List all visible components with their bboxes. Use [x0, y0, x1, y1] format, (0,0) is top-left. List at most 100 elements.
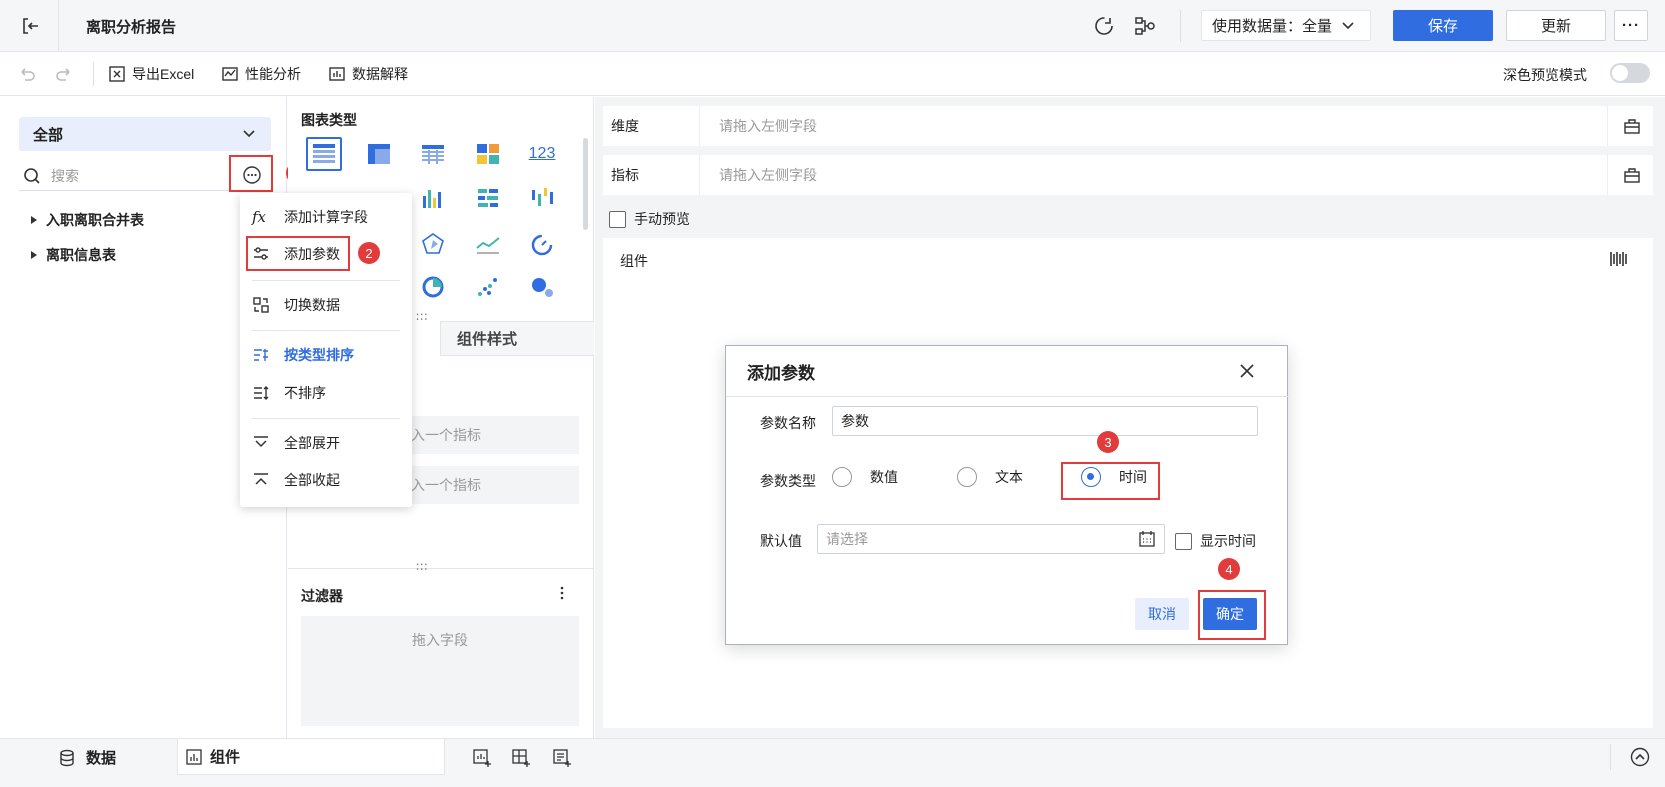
export-excel-button[interactable]: 导出Excel — [108, 60, 194, 88]
dimension-row[interactable]: 维度 请拖入左侧字段 — [603, 106, 1653, 146]
radio-numeric[interactable]: 数值 — [832, 467, 898, 487]
filter-drop-placeholder: 拖入字段 — [412, 632, 468, 648]
menu-item-switch-data[interactable]: 切换数据 — [240, 289, 412, 321]
drag-handle-icon[interactable]: ∶∶∶ — [416, 560, 428, 574]
tree-item-label: 入职离职合并表 — [46, 212, 144, 228]
tab-component-label: 组件 — [210, 749, 241, 766]
more-icon[interactable]: ··· — [1614, 10, 1648, 41]
add-story-icon[interactable] — [552, 748, 572, 768]
menu-item-add-calc-field[interactable]: fx 添加计算字段 — [240, 201, 412, 233]
metric-row[interactable]: 指标 请拖入左侧字段 — [603, 155, 1653, 195]
filter-more-icon[interactable] — [558, 585, 566, 601]
radio-label: 文本 — [995, 469, 1023, 485]
cancel-button[interactable]: 取消 — [1135, 598, 1189, 630]
data-explain-button[interactable]: 数据解释 — [328, 60, 408, 88]
chevron-down-icon — [1342, 21, 1354, 29]
header-divider-2 — [1180, 10, 1181, 42]
manual-preview-checkbox[interactable]: 手动预览 — [609, 209, 690, 229]
database-icon — [60, 749, 74, 766]
exit-icon[interactable] — [18, 14, 42, 38]
refresh-icon[interactable] — [1092, 14, 1116, 38]
menu-item-sort-by-type[interactable]: 按类型排序 — [240, 339, 412, 371]
manual-preview-label: 手动预览 — [634, 211, 690, 227]
pulse-icon — [222, 67, 238, 81]
kpi-card-icon[interactable] — [473, 139, 503, 169]
footer-divider — [1610, 744, 1611, 770]
step-badge-4: 4 — [1218, 558, 1240, 580]
menu-item-expand-all[interactable]: 全部展开 — [240, 427, 412, 459]
relation-icon[interactable] — [1133, 14, 1157, 38]
cross-table-icon[interactable] — [364, 139, 394, 169]
expand-all-icon — [254, 436, 268, 448]
waterfall-chart-icon[interactable] — [527, 183, 557, 213]
dark-preview-toggle[interactable] — [1610, 63, 1650, 83]
perf-analysis-button[interactable]: 性能分析 — [221, 60, 301, 88]
cancel-label: 取消 — [1148, 606, 1176, 622]
search-icon — [24, 167, 40, 184]
dataset-dropdown[interactable]: 全部 — [19, 117, 271, 151]
grouped-bar-icon[interactable] — [473, 183, 503, 213]
close-icon[interactable] — [1238, 362, 1256, 380]
undo-icon[interactable] — [16, 63, 38, 85]
show-time-checkbox[interactable]: 显示时间 — [1175, 531, 1256, 551]
update-button[interactable]: 更新 — [1506, 10, 1606, 41]
menu-item-collapse-all[interactable]: 全部收起 — [240, 464, 412, 496]
dimension-settings-icon[interactable] — [1623, 117, 1641, 135]
barcode-icon[interactable] — [1608, 249, 1628, 269]
radar-chart-icon[interactable] — [418, 229, 448, 259]
menu-item-no-sort[interactable]: 不排序 — [240, 377, 412, 409]
drag-handle-icon[interactable]: ∶∶∶ — [416, 310, 428, 324]
toggle-knob — [1612, 65, 1628, 81]
add-dashboard-icon[interactable] — [511, 748, 531, 768]
detail-table-icon[interactable] — [418, 139, 448, 169]
menu-item-label: 按类型排序 — [284, 347, 354, 363]
gauge-chart-icon[interactable] — [527, 229, 557, 259]
line-chart-icon[interactable] — [473, 229, 503, 259]
dataset-dropdown-value: 全部 — [33, 126, 64, 144]
top-bar: 离职分析报告 使用数据量：全量 保存 更新 ··· — [0, 0, 1665, 52]
param-name-label: 参数名称 — [760, 415, 816, 431]
bubble-chart-icon[interactable] — [527, 272, 557, 302]
step-badge-3: 3 — [1097, 431, 1119, 453]
add-component-icon[interactable] — [472, 748, 492, 768]
chart-type-title: 图表类型 — [301, 112, 357, 128]
highlight-add-param — [246, 236, 350, 271]
scatter-chart-icon[interactable] — [473, 272, 503, 302]
section-divider — [288, 568, 594, 569]
data-amount-select[interactable]: 使用数据量：全量 — [1201, 10, 1371, 41]
default-value-picker[interactable]: 请选择 — [817, 524, 1165, 554]
export-excel-label: 导出Excel — [132, 66, 195, 82]
menu-separator — [252, 418, 400, 419]
number-icon[interactable]: 123 — [527, 139, 557, 169]
dark-preview-label: 深色预览模式 — [1503, 67, 1587, 83]
filter-drop-zone[interactable]: 拖入字段 — [301, 616, 579, 726]
metric-settings-icon[interactable] — [1623, 166, 1641, 184]
tree-item[interactable]: 离职信息表 — [30, 245, 116, 265]
component-label: 组件 — [620, 253, 648, 269]
bar-chart-icon[interactable] — [418, 183, 448, 213]
save-button[interactable]: 保存 — [1393, 10, 1493, 41]
search-placeholder: 搜索 — [51, 167, 79, 184]
metric-placeholder: 请拖入左侧字段 — [719, 167, 817, 183]
collapse-up-icon[interactable] — [1629, 746, 1651, 768]
tab-component[interactable]: 组件 — [177, 739, 445, 775]
pie-chart-icon[interactable] — [418, 272, 448, 302]
chart-scrollbar[interactable] — [583, 138, 588, 230]
dimension-label: 维度 — [611, 118, 639, 134]
radio-text[interactable]: 文本 — [957, 467, 1023, 487]
fx-icon: fx — [252, 208, 267, 226]
search-box[interactable]: 搜索 — [19, 161, 229, 191]
metric-drop-placeholder: 入一个指标 — [411, 427, 481, 443]
radio-label: 数值 — [870, 469, 898, 485]
table-chart-icon[interactable] — [306, 137, 342, 171]
tab-data[interactable]: 数据 — [58, 747, 116, 768]
param-name-input[interactable]: 参数 — [832, 406, 1258, 436]
caret-right-icon — [31, 216, 37, 224]
switch-data-icon — [253, 297, 269, 313]
redo-icon[interactable] — [53, 63, 75, 85]
step-badge-2: 2 — [358, 242, 380, 264]
tab-component-style[interactable]: 组件样式 — [440, 321, 594, 356]
tree-item[interactable]: 入职离职合并表 — [30, 210, 144, 230]
default-value-placeholder: 请选择 — [826, 531, 868, 547]
calendar-icon — [1139, 531, 1155, 547]
